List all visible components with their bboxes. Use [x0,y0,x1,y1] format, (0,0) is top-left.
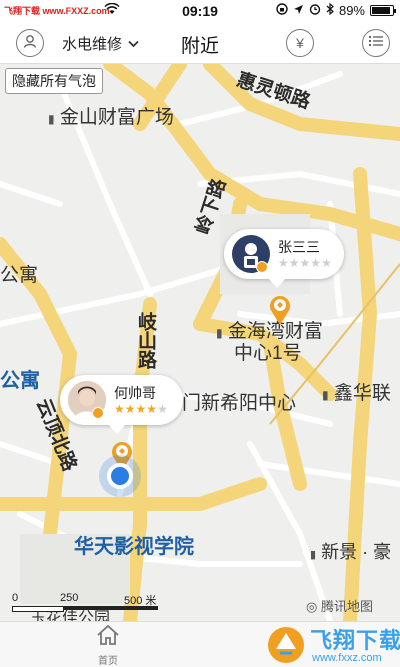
worker-bubble[interactable]: 何帅哥 ★★★★★ [60,375,183,434]
star-icon: ★ [124,402,136,416]
tencent-logo-icon: ◎ [306,599,318,614]
star-icon: ★ [114,402,125,416]
star-icon: ★ [310,256,322,270]
star-icon: ★ [135,402,147,416]
worker-name: 何帅哥 [114,385,156,401]
map-label-place: ▮ 鑫华联 [322,383,391,404]
verified-badge-icon [256,261,268,273]
map-label-place: 中心1号 [234,343,302,364]
worker-name: 张三三 [278,239,320,255]
status-bar: 飞翔下载 www.FXXZ.com 09:19 89% [0,0,400,22]
poi-icon: ▮ [216,326,223,340]
watermark-logo: 飞翔下载 www.fxxz.com [262,622,400,667]
rating-stars: ★★★★★ [114,402,168,416]
tab-home[interactable]: 首页 [86,624,130,667]
location-arrow-icon [293,3,304,18]
bottom-tab-bar: 首页 飞翔下载 www.fxxz.com [0,621,400,667]
hide-bubbles-button[interactable]: 隐藏所有气泡 [5,68,103,94]
battery-icon [370,5,396,16]
map-label-place: ▮ 新景 · 豪 [310,542,392,562]
star-icon: ★ [157,402,168,416]
worker-location-pin[interactable] [268,294,292,326]
tab-home-label: 首页 [98,656,118,667]
worker-bubble[interactable]: 张三三 ★★★★★ [224,229,344,288]
map-label-place: 公寓 [0,265,39,286]
poi-icon: ▮ [310,549,317,561]
map-label-road: 岐山路 [135,312,156,369]
map-label-place: 公寓 [0,370,40,392]
payment-button[interactable]: ¥ [286,29,314,57]
current-location-dot [107,463,133,489]
category-label: 水电维修 [62,36,123,53]
verified-badge-icon [92,407,104,419]
star-icon: ★ [278,256,289,270]
category-dropdown[interactable]: 水电维修 [62,33,139,54]
map-label-place: 门新希阳中心 [182,393,297,414]
star-icon: ★ [299,256,311,270]
watermark-logo-icon [268,627,304,663]
page-title: 附近 [180,36,219,57]
lock-rotation-icon [276,3,288,18]
bluetooth-icon [326,2,334,18]
scale-zero: 0 [12,592,19,604]
nav-bar: 水电维修 附近 ¥ [0,22,400,64]
user-icon [22,33,38,54]
scale-mid: 250 [60,592,79,604]
map-label-place: 华天影视学院 [74,536,194,558]
tencent-map-logo: ◎ 腾讯地图 [306,599,373,614]
user-profile-button[interactable] [16,29,44,57]
alarm-icon [309,3,321,18]
star-icon: ★ [288,256,300,270]
list-menu-button[interactable] [362,29,390,57]
chevron-down-icon [128,35,139,52]
list-icon [369,34,383,52]
yen-icon: ¥ [296,35,304,51]
home-icon [96,624,120,650]
poi-icon: ▮ [322,388,329,402]
map-view[interactable]: 隐藏所有气泡 惠灵顿路 ▮ 金山财富广场 岭下路 公寓 岐山路 ▮ 金海湾财富 … [0,64,400,621]
map-label-place: ▮ 金山财富广场 [48,107,174,128]
battery-percent: 89% [338,3,365,18]
rating-stars: ★★★★★ [278,256,332,270]
star-icon: ★ [146,402,158,416]
star-icon: ★ [321,256,332,270]
poi-icon: ▮ [48,112,55,126]
